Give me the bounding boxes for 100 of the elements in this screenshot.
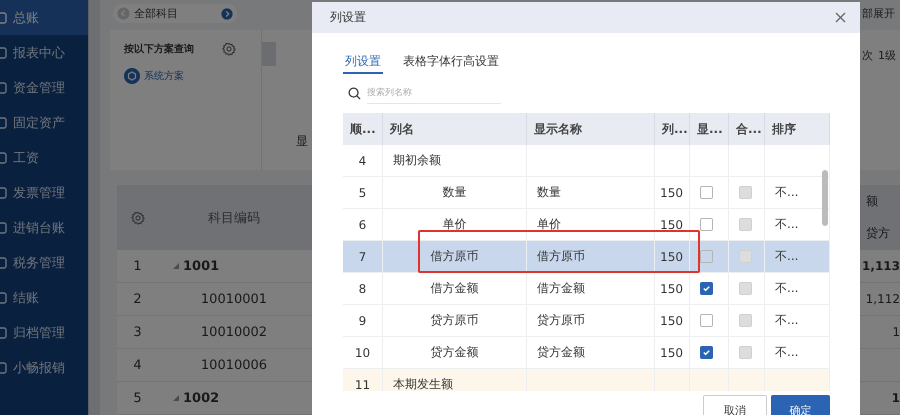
settings-icon[interactable] bbox=[222, 42, 236, 56]
table-row[interactable]: 4 期初余额 bbox=[343, 145, 830, 177]
row-number: 10 bbox=[354, 346, 370, 360]
sort-option[interactable]: 不... bbox=[775, 312, 798, 329]
tab[interactable]: 表格字体行高设置 bbox=[401, 53, 501, 74]
merge-checkbox[interactable] bbox=[739, 314, 752, 327]
breadcrumb-label[interactable]: 全部科目 bbox=[134, 6, 217, 21]
sort-option[interactable]: 不... bbox=[775, 248, 798, 265]
column-width: 150 bbox=[660, 314, 683, 328]
row-number: 3 bbox=[133, 324, 142, 340]
sidebar-item[interactable]: 小畅报销 bbox=[0, 350, 88, 385]
row-number: 2 bbox=[133, 292, 142, 306]
merge-checkbox[interactable] bbox=[739, 186, 752, 199]
display-label: 显 bbox=[296, 133, 308, 150]
tab[interactable]: 列设置 bbox=[343, 53, 383, 74]
visible-checkbox[interactable] bbox=[700, 186, 713, 199]
cube-icon bbox=[124, 68, 140, 84]
level-label: 次 bbox=[862, 48, 873, 64]
level-value[interactable]: 1级 bbox=[878, 48, 896, 170]
column-header: 显示名称 bbox=[527, 113, 655, 145]
visible-checkbox[interactable] bbox=[700, 250, 713, 263]
column-width: 150 bbox=[660, 346, 683, 360]
row-number: 11 bbox=[354, 378, 370, 391]
row-number: 7 bbox=[358, 250, 366, 264]
row-number: 5 bbox=[358, 186, 366, 200]
column-name: 贷方金额 bbox=[430, 344, 478, 361]
query-title: 按以下方案查询 bbox=[124, 42, 194, 56]
checkmark-icon bbox=[702, 284, 711, 293]
sidebar-item[interactable]: 工资 bbox=[0, 140, 88, 175]
sidebar-item[interactable]: 报表中心 bbox=[0, 35, 88, 70]
merge-checkbox[interactable] bbox=[739, 250, 752, 263]
sidebar-item[interactable]: 结账 bbox=[0, 280, 88, 315]
cancel-button[interactable]: 取消 bbox=[703, 395, 767, 415]
merge-checkbox[interactable] bbox=[739, 282, 752, 295]
display-name: 数量 bbox=[537, 184, 561, 201]
table-cell: 1 bbox=[892, 325, 900, 339]
table-cell: 10010002 bbox=[200, 324, 268, 340]
column-name: 单价 bbox=[442, 216, 466, 233]
sort-option[interactable]: 不... bbox=[775, 184, 798, 201]
visible-checkbox[interactable] bbox=[700, 218, 713, 231]
column-width: 150 bbox=[660, 282, 683, 296]
column-header: 科目编码 bbox=[208, 210, 260, 226]
merge-checkbox[interactable] bbox=[739, 218, 752, 231]
row-number: 8 bbox=[358, 282, 366, 296]
sort-option[interactable]: 不... bbox=[775, 216, 798, 233]
scheme-link[interactable]: 系统方案 bbox=[144, 69, 184, 83]
column-name: 期初余额 bbox=[393, 152, 441, 169]
settings-icon[interactable] bbox=[130, 210, 144, 224]
row-number: 6 bbox=[358, 218, 366, 232]
column-name: 借方原币 bbox=[430, 248, 478, 265]
sidebar-item[interactable]: 固定资产 bbox=[0, 105, 88, 140]
table-cell: 1002 bbox=[183, 390, 220, 406]
column-width: 150 bbox=[660, 250, 683, 264]
table-cell: 1,112 bbox=[866, 292, 900, 306]
column-name: 贷方原币 bbox=[430, 312, 478, 329]
scrollbar-thumb[interactable] bbox=[822, 170, 828, 226]
expand-link[interactable]: 部展开 bbox=[862, 6, 900, 21]
display-name: 借方金额 bbox=[537, 280, 585, 297]
display-name: 贷方金额 bbox=[537, 344, 585, 361]
sidebar-item[interactable]: 归档管理 bbox=[0, 315, 88, 350]
column-name: 本期发生额 bbox=[393, 376, 453, 391]
sidebar-item[interactable]: 资金管理 bbox=[0, 70, 88, 105]
display-name: 单价 bbox=[537, 216, 561, 233]
forward-icon[interactable] bbox=[221, 8, 233, 20]
table-cell: 10010001 bbox=[200, 292, 268, 306]
display-name: 借方原币 bbox=[537, 248, 585, 265]
row-number: 4 bbox=[358, 154, 366, 168]
table-row[interactable]: 9 贷方原币 贷方原币 150 不... bbox=[343, 305, 830, 337]
visible-checkbox[interactable] bbox=[700, 346, 713, 359]
sidebar-item[interactable]: 进销台账 bbox=[0, 210, 88, 245]
sidebar-item[interactable]: 总账 bbox=[0, 0, 88, 35]
table-row[interactable]: 8 借方金额 借方金额 150 不... bbox=[343, 273, 830, 305]
column-header: 列名 bbox=[383, 113, 527, 145]
sidebar-item[interactable]: 税务管理 bbox=[0, 245, 88, 280]
merge-checkbox[interactable] bbox=[739, 346, 752, 359]
table-cell: 1,113 bbox=[862, 259, 900, 273]
dialog-title: 列设置 bbox=[330, 9, 367, 26]
confirm-button[interactable]: 确定 bbox=[771, 395, 830, 415]
expand-triangle-icon[interactable] bbox=[173, 263, 179, 269]
table-cell: 10010006 bbox=[200, 358, 268, 372]
search-icon bbox=[348, 86, 361, 100]
close-button[interactable] bbox=[835, 12, 846, 23]
column-header: 顺... bbox=[343, 113, 383, 145]
visible-checkbox[interactable] bbox=[700, 282, 713, 295]
table-row[interactable]: 7 借方原币 借方原币 150 不... bbox=[343, 241, 830, 273]
column-header: 排序 bbox=[765, 113, 830, 145]
sort-option[interactable]: 不... bbox=[775, 344, 798, 361]
sidebar-item[interactable]: 发票管理 bbox=[0, 175, 88, 210]
table-cell: 1001 bbox=[183, 258, 220, 274]
table-row[interactable]: 11 本期发生额 bbox=[343, 369, 830, 391]
row-number: 1 bbox=[133, 258, 142, 274]
column-name: 数量 bbox=[442, 184, 466, 201]
visible-checkbox[interactable] bbox=[700, 314, 713, 327]
back-icon[interactable] bbox=[117, 7, 130, 20]
expand-triangle-icon[interactable] bbox=[173, 395, 179, 401]
checkmark-icon bbox=[702, 348, 711, 357]
column-width: 150 bbox=[660, 186, 683, 200]
row-number: 5 bbox=[133, 390, 142, 406]
column-name: 借方金额 bbox=[430, 280, 478, 297]
sort-option[interactable]: 不... bbox=[775, 280, 798, 297]
